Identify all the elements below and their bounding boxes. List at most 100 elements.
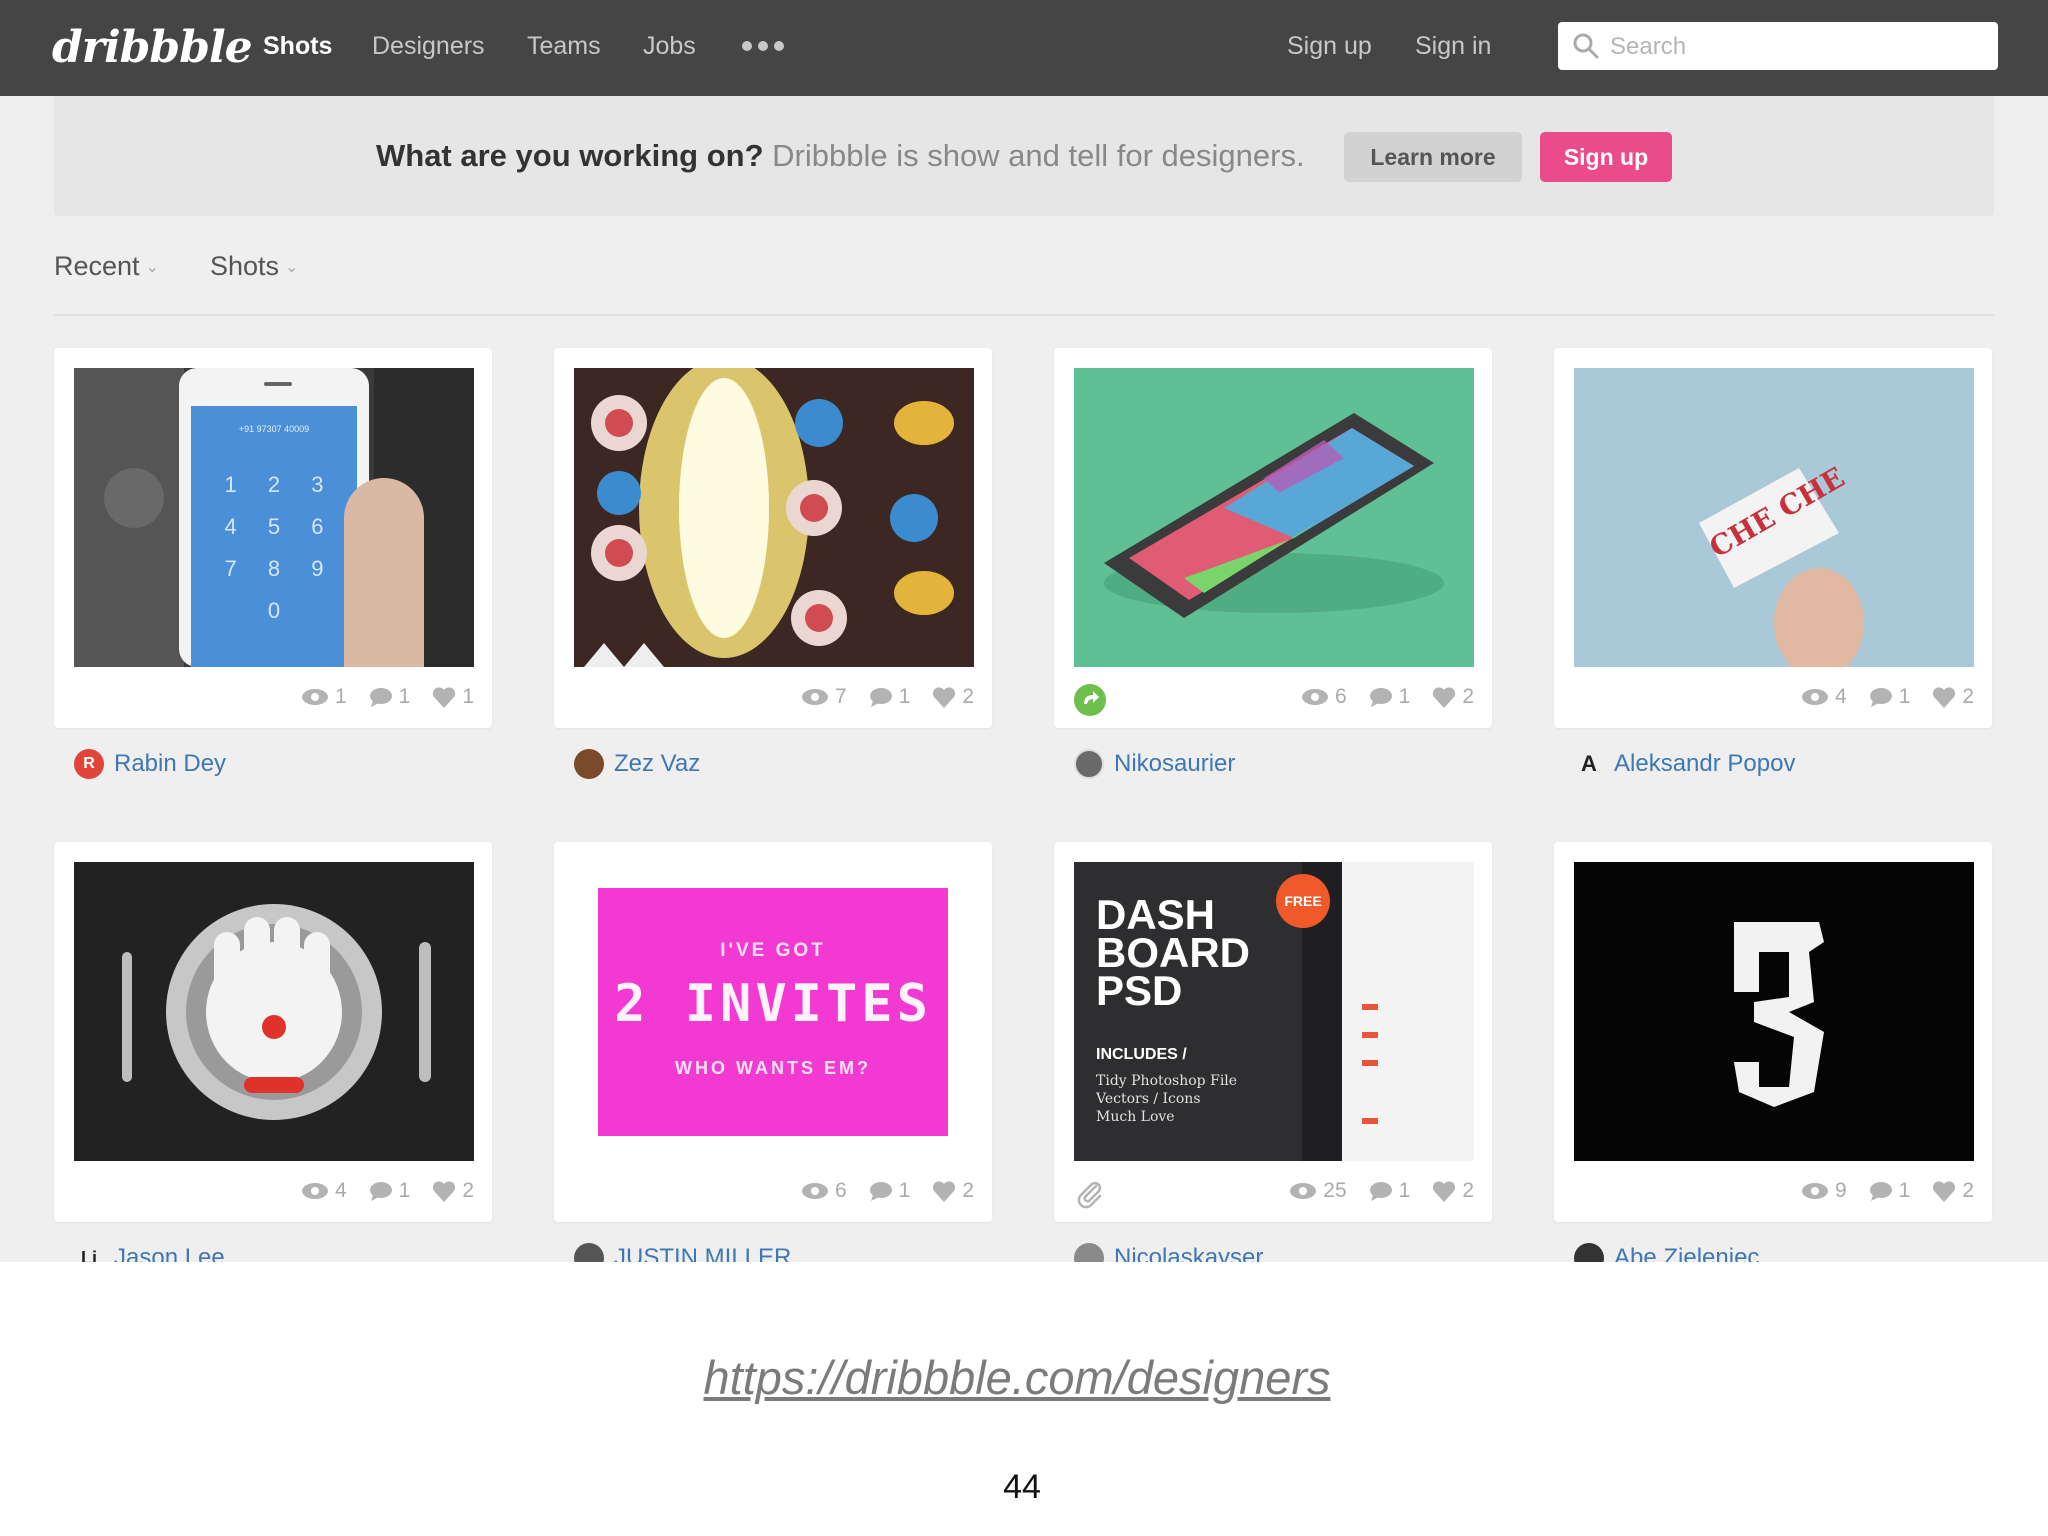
dialer-number: +91 97307 40009: [238, 424, 310, 434]
comments-count: 1: [398, 1179, 411, 1202]
source-url-link[interactable]: https://dribbble.com/designers: [0, 1350, 2034, 1405]
views-count: 4: [1834, 685, 1847, 708]
likes-count: 2: [1462, 1179, 1474, 1202]
shot-author[interactable]: R Rabin Dey: [74, 746, 226, 782]
heart-icon: [1933, 1180, 1956, 1202]
shot-thumbnail[interactable]: +91 97307 40009 1 2 3 4 5 6 7 8 9 0: [74, 368, 474, 667]
dribbble-screenshot: dribbble Shots Designers Teams Jobs Sign…: [0, 0, 2048, 1262]
shot-thumbnail[interactable]: [1574, 862, 1974, 1161]
invite-line-1: I'VE GOT: [720, 940, 826, 961]
dash-list-item: Vectors / Icons: [1096, 1091, 1201, 1107]
avatar: Li: [81, 1247, 97, 1263]
shot-thumbnail[interactable]: [574, 368, 974, 667]
shot-card: DASH BOARD PSD INCLUDES / Tidy Photoshop…: [1054, 842, 1492, 1222]
comment-icon: [1369, 1182, 1392, 1201]
heart-icon: [1933, 686, 1956, 708]
comments-count: 1: [1398, 685, 1411, 708]
banner-description: Dribbble is show and tell for designers.: [772, 138, 1305, 173]
comments-count: 1: [1398, 1179, 1411, 1202]
shot-stats: 25 1 2: [1289, 1178, 1474, 1204]
nav-sign-in[interactable]: Sign in: [1415, 28, 1491, 64]
banner-text: What are you working on? Dribbble is sho…: [376, 136, 1305, 176]
shot-author[interactable]: Abe Zieleniec: [1574, 1240, 1759, 1262]
dialer-keypad: 1 2 3 4 5 6 7 8 9 0: [209, 472, 339, 624]
author-name: Abe Zieleniec: [1614, 1244, 1760, 1262]
attachment-icon[interactable]: [1074, 1178, 1106, 1210]
intro-banner: What are you working on? Dribbble is sho…: [54, 96, 1994, 216]
shot-author[interactable]: Li Jason Lee: [74, 1240, 225, 1262]
sort-filter-dropdown[interactable]: Recent ⌄: [54, 246, 159, 286]
author-name: Aleksandr Popov: [1614, 750, 1796, 777]
key-7: 7: [224, 556, 237, 581]
shot-thumbnail[interactable]: [74, 862, 474, 1161]
shot-author[interactable]: Zez Vaz: [574, 746, 700, 782]
nav-jobs[interactable]: Jobs: [643, 28, 696, 64]
shot-author[interactable]: Nicolaskayser: [1074, 1240, 1263, 1262]
dash-title: DASH BOARD PSD: [1096, 891, 1250, 1014]
views-count: 4: [334, 1179, 347, 1202]
learn-more-button[interactable]: Learn more: [1344, 132, 1522, 182]
more-menu-icon[interactable]: [742, 30, 784, 62]
shot-card: I'VE GOT 2 INVITES WHO WANTS EM? 6 1 2: [554, 842, 992, 1222]
nav-shots[interactable]: Shots: [263, 28, 332, 64]
views-icon: [301, 689, 328, 705]
key-8: 8: [267, 556, 281, 581]
avatar: [1074, 749, 1104, 779]
shot-thumbnail[interactable]: [1074, 368, 1474, 667]
shot-card: CHE CHE 4 1 2: [1554, 348, 1992, 728]
author-name: Zez Vaz: [614, 750, 701, 777]
heart-icon: [433, 1180, 456, 1202]
nav-sign-up[interactable]: Sign up: [1287, 28, 1372, 64]
dribbble-logo[interactable]: dribbble: [52, 20, 253, 76]
key-3: 3: [311, 472, 324, 497]
hand-thumb: [344, 478, 424, 667]
views-icon: [1290, 1183, 1317, 1199]
page-number: 44: [1003, 1468, 1041, 1506]
comment-icon: [1369, 688, 1392, 707]
shot-thumbnail[interactable]: CHE CHE: [1574, 368, 1974, 667]
nav-teams[interactable]: Teams: [527, 28, 601, 64]
key-0: 0: [267, 598, 281, 623]
avatar: [574, 1243, 604, 1262]
rebound-icon[interactable]: [1074, 684, 1106, 716]
shot-stats: 6 1 2: [1301, 684, 1474, 710]
likes-count: 2: [1462, 685, 1474, 708]
filter-divider: [54, 314, 1994, 316]
key-1: 1: [224, 472, 237, 497]
search-input[interactable]: [1608, 22, 1982, 72]
search-icon: [1573, 33, 1599, 59]
views-count: 9: [1834, 1179, 1847, 1202]
comment-icon: [869, 1182, 892, 1201]
views-count: 6: [1334, 685, 1347, 708]
sort-filter-label: Recent: [54, 251, 140, 281]
comment-icon: [1869, 1182, 1892, 1201]
likes-count: 2: [1962, 1179, 1974, 1202]
avatar: [1574, 1243, 1604, 1262]
dash-list-item: Much Love: [1096, 1109, 1175, 1125]
likes-count: 2: [962, 685, 974, 708]
views-count: 7: [834, 685, 847, 708]
chevron-down-icon: ⌄: [145, 258, 159, 276]
key-9: 9: [311, 556, 324, 581]
shot-author[interactable]: A Aleksandr Popov: [1574, 746, 1795, 782]
views-icon: [301, 1183, 328, 1199]
shot-author[interactable]: Nikosaurier: [1074, 746, 1235, 782]
shot-thumbnail[interactable]: DASH BOARD PSD INCLUDES / Tidy Photoshop…: [1074, 862, 1474, 1161]
heart-icon: [1433, 686, 1456, 708]
avatar: [574, 749, 604, 779]
key-2: 2: [267, 472, 281, 497]
type-filter-dropdown[interactable]: Shots ⌄: [210, 246, 298, 286]
banner-sign-up-button[interactable]: Sign up: [1540, 132, 1672, 182]
likes-count: 2: [462, 1179, 474, 1202]
comments-count: 1: [398, 685, 411, 708]
heart-icon: [933, 1180, 956, 1202]
key-4: 4: [224, 514, 237, 539]
shot-author[interactable]: JUSTIN MILLER: [574, 1240, 791, 1262]
heart-icon: [933, 686, 956, 708]
comment-icon: [869, 688, 892, 707]
shot-thumbnail[interactable]: I'VE GOT 2 INVITES WHO WANTS EM?: [574, 862, 974, 1161]
nav-designers[interactable]: Designers: [372, 28, 485, 64]
shot-stats: 6 1 2: [801, 1178, 974, 1204]
comments-count: 1: [1898, 685, 1911, 708]
author-name: Nikosaurier: [1114, 750, 1236, 777]
